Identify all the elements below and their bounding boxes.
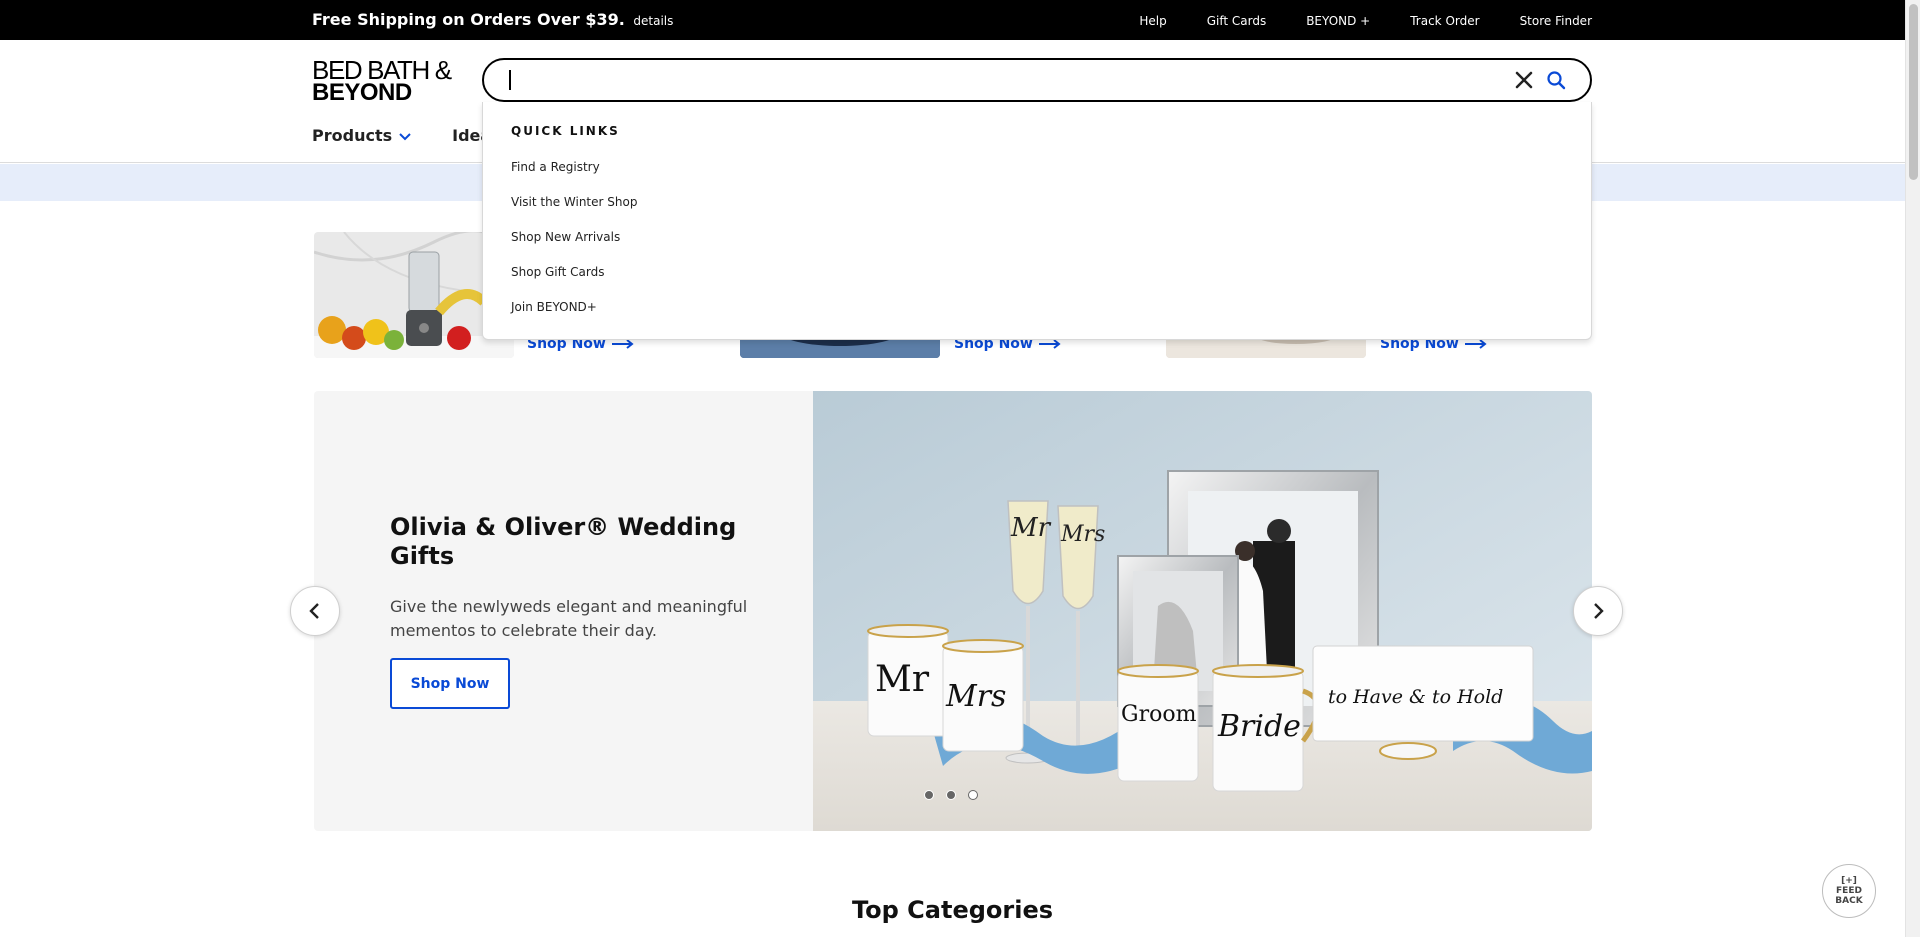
mug-text-bride: Bride bbox=[1217, 709, 1301, 744]
details-link[interactable]: details bbox=[633, 14, 673, 28]
arrow-right-icon bbox=[611, 339, 634, 349]
mug-text-mrs: Mrs bbox=[945, 679, 1006, 714]
search-input[interactable] bbox=[508, 68, 1488, 92]
quick-link-new-arrivals[interactable]: Shop New Arrivals bbox=[511, 230, 637, 265]
carousel-dot-3[interactable] bbox=[968, 790, 978, 800]
store-finder-link[interactable]: Store Finder bbox=[1520, 14, 1592, 28]
shipping-text: Free Shipping on Orders Over $39. bbox=[312, 10, 625, 29]
glass-text-mrs: Mrs bbox=[1060, 522, 1105, 547]
promo-bar: Free Shipping on Orders Over $39. detail… bbox=[0, 0, 1905, 40]
gift-cards-link[interactable]: Gift Cards bbox=[1207, 14, 1267, 28]
feedback-label-1: FEED bbox=[1836, 886, 1862, 896]
tray-text: to Have & to Hold bbox=[1328, 686, 1503, 708]
hero-text-block: Olivia & Oliver® Wedding Gifts Give the … bbox=[390, 513, 760, 643]
quick-link-join-beyond[interactable]: Join BEYOND+ bbox=[511, 300, 637, 335]
carousel-dot-2[interactable] bbox=[946, 790, 956, 800]
chevron-left-icon bbox=[309, 603, 319, 619]
top-categories-heading: Top Categories bbox=[851, 896, 1054, 924]
carousel-dots bbox=[924, 790, 978, 800]
quick-link-gift-cards[interactable]: Shop Gift Cards bbox=[511, 265, 637, 300]
nav-item-products[interactable]: Products bbox=[312, 126, 412, 145]
hero-shop-now-button[interactable]: Shop Now bbox=[390, 658, 510, 709]
help-link[interactable]: Help bbox=[1139, 14, 1166, 28]
wedding-gifts-photo: Mr Mrs Mr Mrs Groom Bride to Have & to H… bbox=[813, 391, 1592, 831]
main-nav: Products Idea bbox=[312, 126, 491, 145]
search-suggestions-dropdown: QUICK LINKS Find a Registry Visit the Wi… bbox=[482, 102, 1592, 340]
hero-carousel-slide: Olivia & Oliver® Wedding Gifts Give the … bbox=[314, 391, 1592, 831]
scrollbar-thumb[interactable] bbox=[1909, 4, 1918, 180]
utility-links: Help Gift Cards BEYOND + Track Order Sto… bbox=[1139, 14, 1592, 28]
search-bar bbox=[482, 58, 1592, 102]
feedback-button[interactable]: [+] FEED BACK bbox=[1822, 864, 1876, 918]
quick-links-heading: QUICK LINKS bbox=[511, 124, 620, 138]
search-icon[interactable] bbox=[1545, 69, 1567, 91]
mug-text-groom: Groom bbox=[1121, 702, 1197, 727]
quick-links-list: Find a Registry Visit the Winter Shop Sh… bbox=[511, 160, 637, 335]
arrow-right-icon bbox=[1038, 339, 1061, 349]
chevron-down-icon bbox=[399, 132, 411, 140]
beyond-plus-link[interactable]: BEYOND + bbox=[1306, 14, 1370, 28]
mug-text-mr: Mr bbox=[875, 659, 930, 700]
track-order-link[interactable]: Track Order bbox=[1410, 14, 1479, 28]
quick-link-winter-shop[interactable]: Visit the Winter Shop bbox=[511, 195, 637, 230]
carousel-prev-button[interactable] bbox=[290, 586, 340, 636]
hero-title: Olivia & Oliver® Wedding Gifts bbox=[390, 513, 737, 570]
free-shipping-message: Free Shipping on Orders Over $39. detail… bbox=[312, 10, 673, 29]
page-scrollbar[interactable] bbox=[1905, 0, 1920, 937]
hero-description: Give the newlyweds elegant and meaningfu… bbox=[390, 597, 748, 640]
nav-item-label: Products bbox=[312, 126, 393, 145]
arrow-right-icon bbox=[1464, 339, 1487, 349]
feedback-label-2: BACK bbox=[1835, 896, 1863, 906]
site-logo[interactable]: BED BATH & BEYOND bbox=[312, 57, 456, 105]
carousel-dot-1[interactable] bbox=[924, 790, 934, 800]
chevron-right-icon bbox=[1594, 603, 1604, 619]
close-icon[interactable] bbox=[1513, 69, 1535, 91]
carousel-next-button[interactable] bbox=[1573, 586, 1623, 636]
text-caret bbox=[509, 70, 511, 90]
glass-text-mr: Mr bbox=[1010, 513, 1052, 543]
feedback-icon: [+] bbox=[1841, 876, 1857, 886]
quick-link-find-registry[interactable]: Find a Registry bbox=[511, 160, 637, 195]
